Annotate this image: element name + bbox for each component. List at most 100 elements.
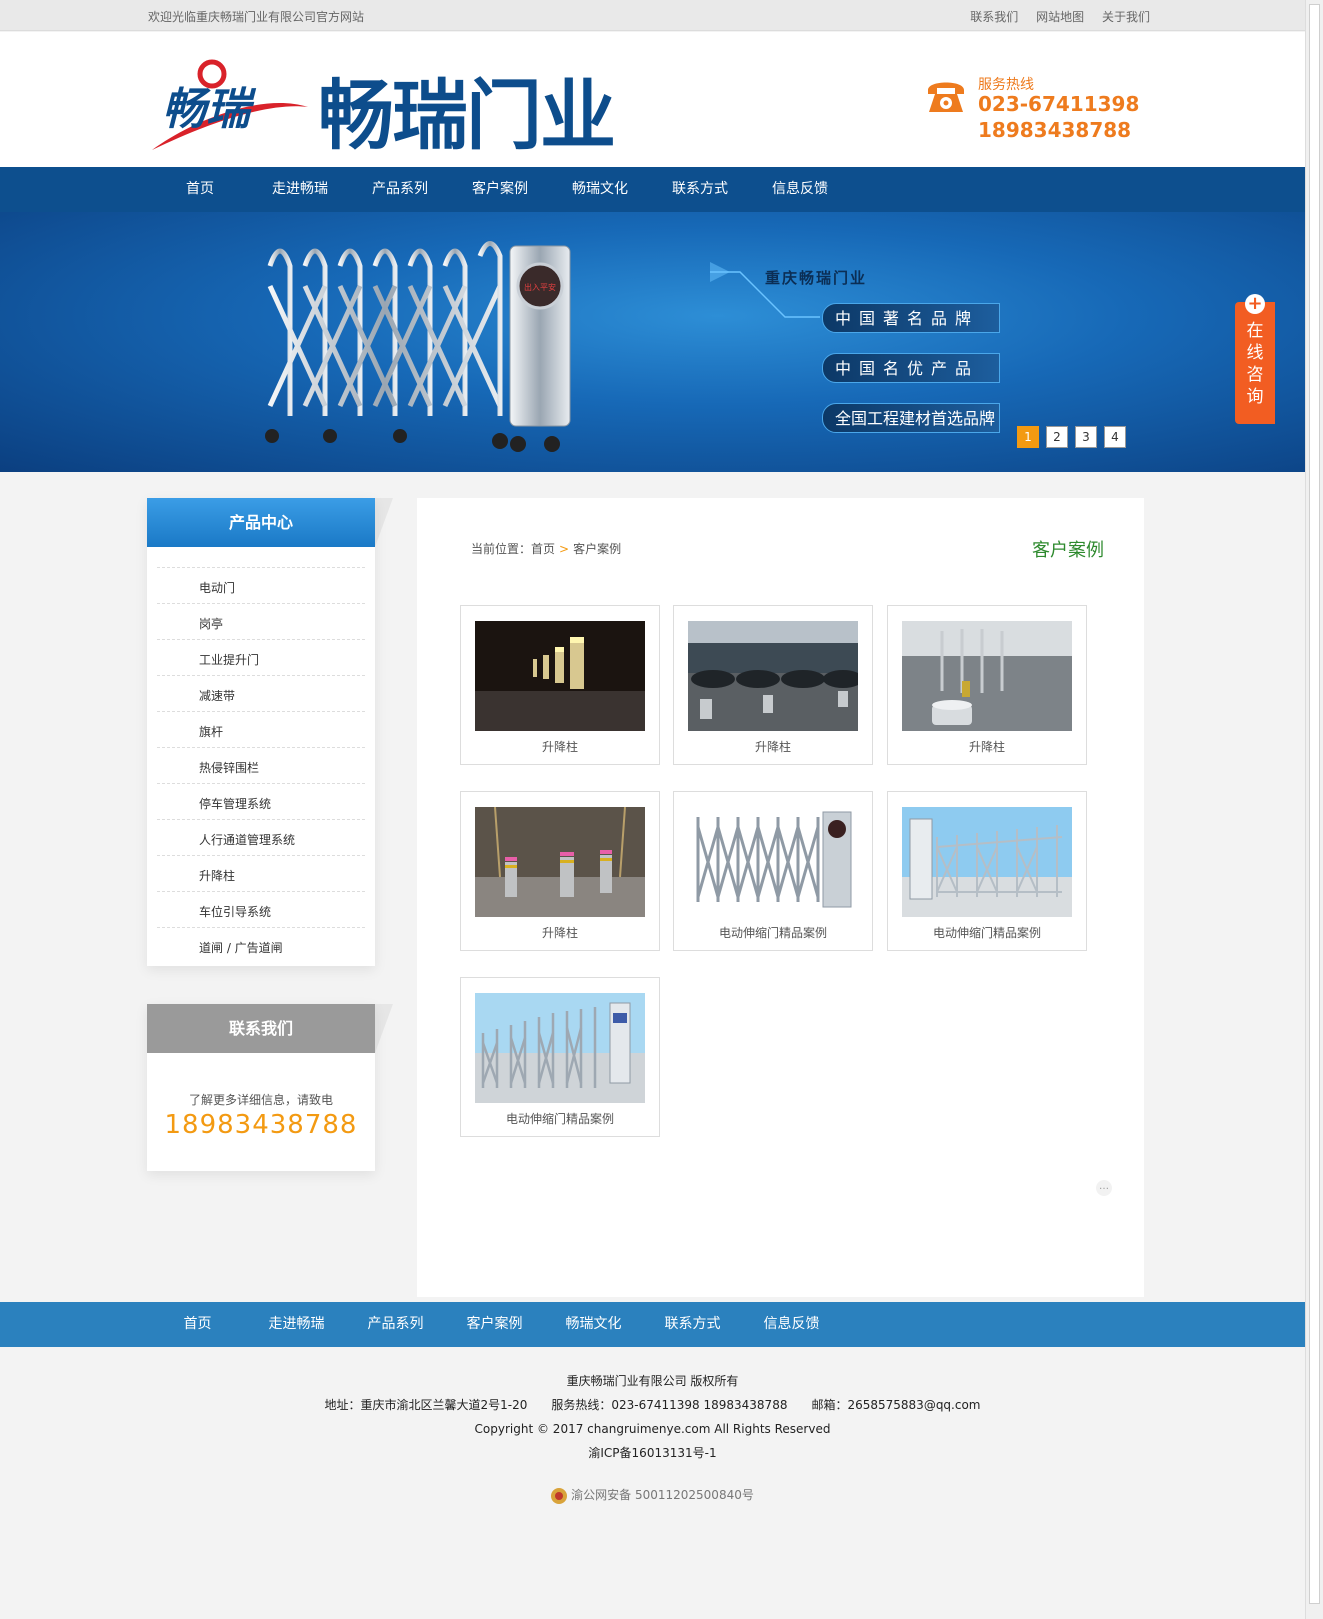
contact-panel: 联系我们 了解更多详细信息，请致电 18983438788 [147,1004,393,1171]
case-caption: 升降柱 [541,926,578,940]
banner-connector-lines [710,262,820,318]
case-card[interactable]: 电动伸缩门精品案例 [460,977,660,1137]
footer-nav-home[interactable]: 首页 [148,1302,247,1347]
main-nav: 首页 走进畅瑞 产品系列 客户案例 畅瑞文化 联系方式 信息反馈 [0,167,1305,212]
case-image-retractable-gate [688,807,858,917]
case-caption: 升降柱 [968,740,1005,754]
contact-title: 联系我们 [147,1004,393,1053]
banner-page-4[interactable]: 4 [1104,426,1126,448]
case-image-bollard-night [475,621,645,731]
nav-cases[interactable]: 客户案例 [450,167,550,212]
consult-char-2: 线 [1246,343,1264,363]
category-galvanized-fence[interactable]: 热侵锌围栏 [157,747,365,783]
site-header: 畅瑞 畅瑞门业 服务热线 023-67411398 18983438788 [0,32,1305,167]
footer-address: 地址：重庆市渝北区兰馨大道2号1-20 服务热线：023-67411398 18… [324,1398,981,1412]
category-pedestrian-system[interactable]: 人行通道管理系统 [157,819,365,855]
case-image-retractable-gate-sky [902,807,1072,917]
footer-nav-about[interactable]: 走进畅瑞 [247,1302,346,1347]
product-center-panel: 产品中心 电动门 岗亭 工业提升门 减速带 旗杆 热侵锌围栏 停车管理系统 人行… [147,498,393,966]
banner-tag-2: 中国名优产品 [822,353,1000,383]
top-bar: 欢迎光临重庆畅瑞门业有限公司官方网站 联系我们 网站地图 关于我们 [0,0,1305,31]
breadcrumb-separator: > [559,542,570,556]
main-content: 当前位置：首页 > 客户案例 客户案例 升降柱 升降柱 升降柱 升降柱 电动伸缩… [417,498,1144,1297]
case-image-bollard-lights [475,807,645,917]
phone-icon [928,82,964,112]
scrollbar-thumb[interactable] [1309,4,1320,1604]
top-links: 联系我们 网站地图 关于我们 [956,8,1150,25]
nav-products[interactable]: 产品系列 [350,167,450,212]
category-guard-booth[interactable]: 岗亭 [157,603,365,639]
hero-banner: 出入平安 重庆畅瑞门业 中国著名品牌 中国名优产品 全国工程建材首选品牌 123… [0,212,1305,472]
logo-mark: 畅瑞 [152,59,308,150]
case-card[interactable]: 升降柱 [887,605,1087,765]
retractable-gate-image: 出入平安 [265,241,571,452]
site-logo[interactable]: 畅瑞 [150,52,310,152]
category-parking-system[interactable]: 停车管理系统 [157,783,365,819]
gate-sign: 出入平安 [524,282,556,292]
hotline-phone-1: 023-67411398 [978,92,1140,116]
category-parking-guidance[interactable]: 车位引导系统 [157,891,365,927]
case-card[interactable]: 升降柱 [460,791,660,951]
banner-tag-3: 全国工程建材首选品牌 [822,403,1000,433]
consult-char-4: 询 [1246,387,1264,407]
category-flagpole[interactable]: 旗杆 [157,711,365,747]
hotline-phone-2: 18983438788 [978,118,1132,142]
footer-copyright: Copyright © 2017 changruimenye.com All R… [474,1422,831,1436]
banner-page-3[interactable]: 3 [1075,426,1097,448]
site-footer: 重庆畅瑞门业有限公司 版权所有 地址：重庆市渝北区兰馨大道2号1-20 服务热线… [0,1347,1305,1619]
footer-copyright-company: 重庆畅瑞门业有限公司 版权所有 [566,1374,739,1388]
page-scrollbar[interactable] [1305,0,1323,1619]
case-caption: 升降柱 [541,740,578,754]
consult-char-1: 在 [1246,321,1264,341]
case-image-bollard-gate [902,621,1072,731]
footer-nav-feedback[interactable]: 信息反馈 [742,1302,841,1347]
case-image-retractable-gate-long [475,993,645,1103]
welcome-text: 欢迎光临重庆畅瑞门业有限公司官方网站 [148,10,365,24]
nav-contact[interactable]: 联系方式 [650,167,750,212]
pagination-more[interactable]: … [1096,1180,1112,1196]
brand-name: 畅瑞门业 [318,71,616,160]
case-image-bollard-parking [688,621,858,731]
banner-tag-1: 中国著名品牌 [822,303,1000,333]
case-card[interactable]: 电动伸缩门精品案例 [887,791,1087,951]
footer-nav-culture[interactable]: 畅瑞文化 [544,1302,643,1347]
footer-nav-products[interactable]: 产品系列 [346,1302,445,1347]
hotline-label: 服务热线 [978,77,1034,93]
nav-culture[interactable]: 畅瑞文化 [550,167,650,212]
category-electric-door[interactable]: 电动门 [157,567,365,603]
footer-nav: 首页 走进畅瑞 产品系列 客户案例 畅瑞文化 联系方式 信息反馈 [0,1302,1305,1347]
breadcrumb-current[interactable]: 客户案例 [573,542,621,556]
about-us-link[interactable]: 关于我们 [1102,10,1150,24]
sitemap-link[interactable]: 网站地图 [1036,10,1084,24]
footer-icp[interactable]: 渝ICP备16013131号-1 [0,1441,1305,1465]
footer-police-record[interactable]: 渝公网安备 50011202500840号 [0,1483,1305,1507]
page-title: 客户案例 [1032,540,1104,561]
category-bollard[interactable]: 升降柱 [157,855,365,891]
breadcrumb: 当前位置：首页 > 客户案例 [471,540,621,557]
police-badge-icon [551,1487,568,1504]
banner-page-1[interactable]: 1 [1017,426,1039,448]
plus-icon: + [1245,294,1265,314]
logo-text: 畅瑞 [162,84,257,135]
nav-home[interactable]: 首页 [150,167,250,212]
case-caption: 电动伸缩门精品案例 [932,926,1041,940]
case-caption: 电动伸缩门精品案例 [505,1112,614,1126]
breadcrumb-home[interactable]: 首页 [531,542,555,556]
banner-page-2[interactable]: 2 [1046,426,1068,448]
category-speed-bump[interactable]: 减速带 [157,675,365,711]
footer-police-text: 渝公网安备 50011202500840号 [571,1488,754,1502]
online-consult-button[interactable]: + 在 线 咨 询 [1235,294,1275,424]
case-card[interactable]: 电动伸缩门精品案例 [673,791,873,951]
nav-about[interactable]: 走进畅瑞 [250,167,350,212]
case-card[interactable]: 升降柱 [460,605,660,765]
case-caption: 升降柱 [754,740,791,754]
nav-feedback[interactable]: 信息反馈 [750,167,850,212]
contact-us-link[interactable]: 联系我们 [970,10,1018,24]
footer-nav-contact[interactable]: 联系方式 [643,1302,742,1347]
footer-nav-cases[interactable]: 客户案例 [445,1302,544,1347]
case-card[interactable]: 升降柱 [673,605,873,765]
category-industrial-lift-door[interactable]: 工业提升门 [157,639,365,675]
product-center-title: 产品中心 [147,498,393,547]
category-barrier-gate[interactable]: 道闸 / 广告道闸 [157,927,365,963]
contact-phone: 18983438788 [164,1110,358,1140]
